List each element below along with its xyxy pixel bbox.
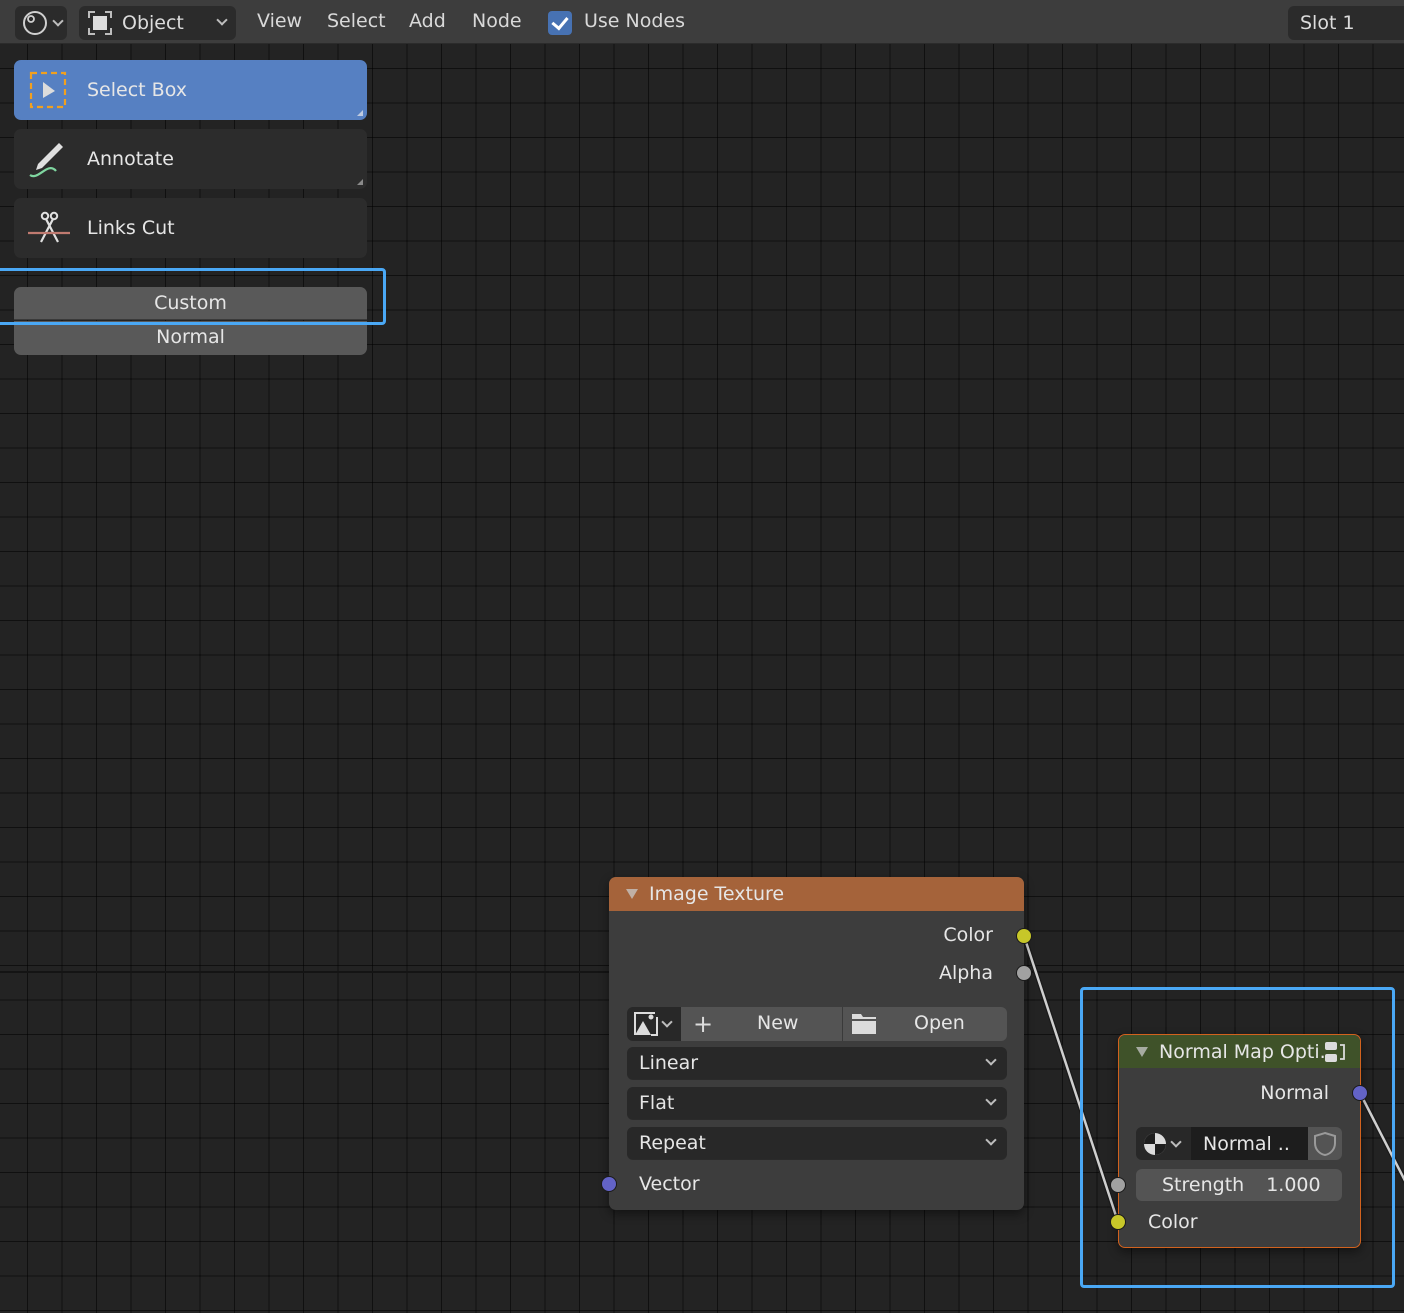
collapse-triangle-icon[interactable]	[1136, 1046, 1148, 1057]
annotate-icon	[26, 139, 70, 179]
chevron-down-icon	[661, 1016, 673, 1028]
image-browse-button[interactable]	[627, 1007, 681, 1041]
open-image-button[interactable]: Open	[843, 1007, 1007, 1041]
node-title: Normal Map Opti.	[1159, 1040, 1326, 1063]
strength-label: Strength	[1162, 1174, 1245, 1196]
plus-icon: +	[693, 1010, 714, 1038]
tool-select-box[interactable]: Select Box	[14, 60, 367, 120]
chevron-down-icon	[985, 1054, 997, 1066]
use-nodes-label[interactable]: Use Nodes	[584, 10, 685, 32]
menu-view[interactable]: View	[257, 10, 302, 32]
output-alpha-label: Alpha	[938, 962, 993, 984]
select-box-icon	[26, 70, 70, 110]
slot-selector[interactable]: Slot 1	[1288, 6, 1404, 40]
extension-value: Repeat	[639, 1132, 706, 1154]
chevron-down-icon	[985, 1094, 997, 1106]
node-tree-icon	[1142, 1131, 1168, 1157]
tool-label: Annotate	[87, 148, 174, 170]
node-group-icon	[1322, 1039, 1348, 1065]
chevron-down-icon	[1170, 1135, 1182, 1148]
selection-highlight	[0, 268, 386, 325]
open-label: Open	[914, 1012, 965, 1034]
image-texture-node[interactable]: Image Texture Color Alpha + New Open Lin…	[609, 877, 1024, 1210]
node-header[interactable]: Image Texture	[609, 877, 1024, 911]
input-vector-label: Vector	[639, 1173, 700, 1195]
collapse-triangle-icon[interactable]	[626, 889, 638, 899]
mode-selector[interactable]: Object	[79, 6, 236, 40]
menu-select[interactable]: Select	[327, 10, 386, 32]
image-icon	[633, 1011, 659, 1037]
chevron-down-icon	[985, 1134, 997, 1146]
editor-header: Object View Select Add Node Use Nodes Sl…	[0, 0, 1404, 44]
node-group-selector: Normal ..	[1136, 1127, 1342, 1160]
slot-label: Slot 1	[1300, 12, 1355, 34]
strength-value: 1.000	[1266, 1174, 1321, 1196]
shader-editor-sphere-icon	[22, 10, 48, 36]
input-vector-socket[interactable]	[601, 1176, 617, 1192]
tool-annotate[interactable]: Annotate	[14, 129, 367, 189]
strength-field[interactable]: Strength 1.000	[1136, 1169, 1342, 1201]
projection-value: Flat	[639, 1092, 675, 1114]
output-normal-label: Normal	[1260, 1082, 1329, 1104]
input-strength-socket[interactable]	[1110, 1177, 1126, 1193]
tool-label: Select Box	[87, 79, 187, 101]
tool-label: Links Cut	[87, 217, 175, 239]
extension-dropdown[interactable]: Repeat	[627, 1127, 1007, 1159]
node-group-name-field[interactable]: Normal ..	[1191, 1127, 1308, 1160]
shield-icon	[1313, 1131, 1337, 1157]
tool-links-cut[interactable]: Links Cut	[14, 198, 367, 258]
new-label: New	[757, 1012, 799, 1034]
menu-add[interactable]: Add	[409, 10, 446, 32]
tool-options-corner	[357, 179, 363, 185]
normal-map-node[interactable]: Normal Map Opti. Normal Normal .. Streng…	[1118, 1034, 1361, 1248]
output-alpha-socket[interactable]	[1016, 965, 1032, 981]
output-color-socket[interactable]	[1016, 928, 1032, 944]
fake-user-button[interactable]	[1308, 1127, 1342, 1160]
links-cut-icon	[26, 208, 70, 248]
node-header[interactable]: Normal Map Opti.	[1119, 1035, 1360, 1068]
chevron-down-icon	[52, 15, 64, 27]
input-color-socket[interactable]	[1110, 1214, 1126, 1230]
new-image-button[interactable]: + New	[681, 1007, 843, 1041]
menu-node[interactable]: Node	[472, 10, 522, 32]
projection-dropdown[interactable]: Flat	[627, 1087, 1007, 1119]
editor-type-selector[interactable]	[15, 6, 67, 40]
tool-options-corner	[357, 110, 363, 116]
object-mode-icon	[87, 10, 113, 36]
node-group-browse-button[interactable]	[1136, 1127, 1191, 1160]
output-color-label: Color	[943, 924, 993, 946]
image-selector-row: + New Open	[627, 1007, 1007, 1041]
input-color-label: Color	[1148, 1211, 1198, 1233]
use-nodes-checkbox[interactable]	[548, 11, 572, 35]
output-normal-socket[interactable]	[1352, 1085, 1368, 1101]
interpolation-value: Linear	[639, 1052, 699, 1074]
chevron-down-icon	[216, 14, 228, 26]
node-title: Image Texture	[649, 883, 785, 905]
normal-option-button[interactable]: Normal	[14, 321, 367, 355]
folder-icon	[851, 1013, 877, 1035]
interpolation-dropdown[interactable]: Linear	[627, 1047, 1007, 1079]
mode-label: Object	[122, 12, 184, 34]
node-group-name: Normal ..	[1203, 1132, 1290, 1155]
